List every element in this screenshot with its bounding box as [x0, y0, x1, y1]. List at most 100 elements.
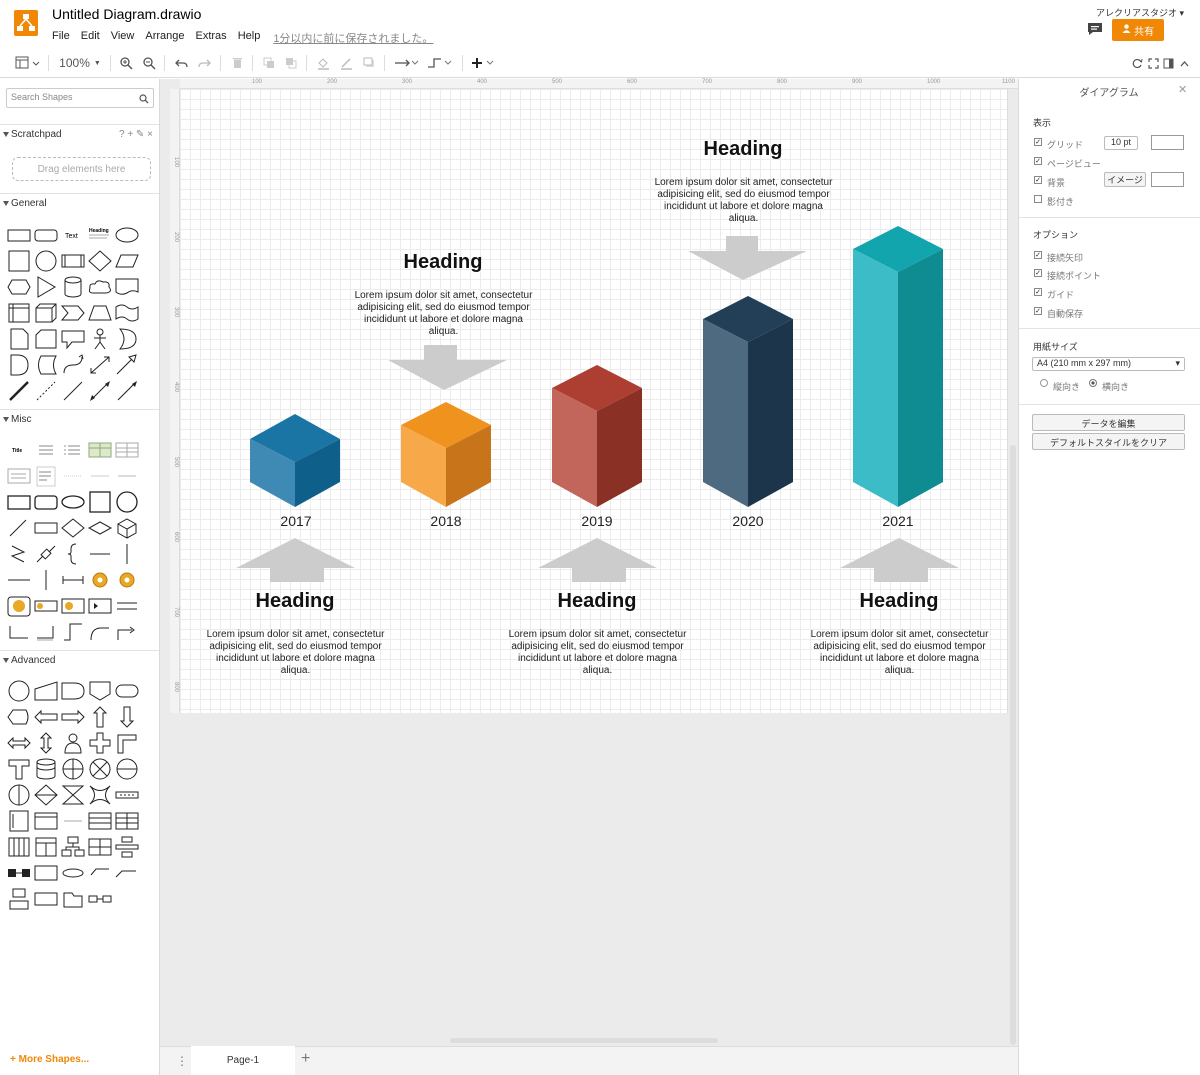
- shadow-checkbox[interactable]: [1034, 195, 1042, 203]
- labeled-rect-icon[interactable]: [33, 516, 59, 540]
- star-icon[interactable]: [87, 783, 113, 807]
- section-scratchpad[interactable]: Scratchpad ? + ✎ ×: [0, 124, 159, 144]
- background-color-swatch[interactable]: [1151, 172, 1184, 187]
- arrow-line-icon[interactable]: [114, 379, 140, 403]
- data-storage-shape-icon[interactable]: [33, 353, 59, 377]
- portrait-radio[interactable]: [1040, 379, 1048, 387]
- linked-boxes-icon[interactable]: [6, 861, 32, 885]
- guides-checkbox[interactable]: ✓: [1034, 288, 1042, 296]
- gear-icon[interactable]: [87, 568, 113, 592]
- undo-icon[interactable]: [174, 54, 188, 72]
- dashed-line-shape-icon[interactable]: [33, 379, 59, 403]
- arrow-shape-icon[interactable]: [114, 353, 140, 377]
- collapse-icon[interactable]: [1178, 54, 1190, 72]
- arrow-left-right-icon[interactable]: [6, 731, 32, 755]
- landscape-radio[interactable]: [1089, 379, 1097, 387]
- cube-misc-icon[interactable]: [114, 516, 140, 540]
- page-view-checkbox[interactable]: ✓: [1034, 157, 1042, 165]
- paper-size-select[interactable]: A4 (210 mm x 297 mm) ▾: [1032, 357, 1185, 371]
- bar-2021[interactable]: [853, 226, 943, 507]
- linked-small-icon[interactable]: [87, 887, 113, 911]
- wide-rect-icon[interactable]: [33, 887, 59, 911]
- shadow-icon[interactable]: [362, 54, 376, 72]
- columns-icon[interactable]: [6, 835, 32, 859]
- thick-line-shape-icon[interactable]: [6, 379, 32, 403]
- page-menu-icon[interactable]: ⋮: [176, 1054, 188, 1068]
- vert-line-2-icon[interactable]: [33, 568, 59, 592]
- double-arrow-left-icon[interactable]: [33, 705, 59, 729]
- more-shapes-button[interactable]: + More Shapes...: [10, 1054, 89, 1065]
- heading-2019[interactable]: Heading: [497, 590, 697, 613]
- separator-shape-icon[interactable]: [60, 464, 86, 488]
- section-advanced[interactable]: Advanced: [0, 650, 159, 670]
- arrow-up-2021[interactable]: [840, 538, 959, 582]
- zoom-select[interactable]: 100% ▼: [58, 54, 102, 72]
- year-label-2018[interactable]: 2018: [406, 513, 486, 529]
- circle-adv-icon[interactable]: [6, 679, 32, 703]
- link-line-icon[interactable]: [33, 542, 59, 566]
- pointer-icon[interactable]: [114, 861, 140, 885]
- grid-checkbox[interactable]: ✓: [1034, 138, 1042, 146]
- bar-2018[interactable]: [401, 402, 491, 507]
- search-icon[interactable]: [139, 93, 149, 107]
- user-account[interactable]: アレクリアスタジオ ▾: [1096, 6, 1184, 19]
- list-item-icon[interactable]: [60, 809, 86, 833]
- dimension-line-icon[interactable]: [60, 568, 86, 592]
- internal-storage-shape-icon[interactable]: [6, 301, 32, 325]
- title-shape-icon[interactable]: Title: [6, 438, 32, 462]
- label-shape-icon[interactable]: [114, 464, 140, 488]
- summing-junction-icon[interactable]: [60, 757, 86, 781]
- ellipse-misc-shape-icon[interactable]: [60, 490, 86, 514]
- gear-alt-icon[interactable]: [114, 568, 140, 592]
- scratchpad-tools-icon[interactable]: ? + ✎ ×: [119, 129, 153, 140]
- description-2017[interactable]: Lorem ipsum dolor sit amet, consectetur a…: [198, 629, 393, 677]
- background-checkbox[interactable]: ✓: [1034, 176, 1042, 184]
- description-2021[interactable]: Lorem ipsum dolor sit amet, consectetur a…: [802, 629, 997, 677]
- wide-box-icon[interactable]: [33, 861, 59, 885]
- text-shape-icon[interactable]: Text: [60, 223, 86, 247]
- save-status-link[interactable]: 1分以内に前に保存されました。: [273, 30, 433, 46]
- bracket-icon[interactable]: [6, 620, 32, 644]
- grid-table-shape-icon[interactable]: [114, 438, 140, 462]
- curved-connector-icon[interactable]: [87, 620, 113, 644]
- horizontal-scrollbar[interactable]: [450, 1038, 718, 1043]
- arrow-up-2019[interactable]: [538, 538, 657, 582]
- rounded-rectangle-shape-icon[interactable]: [33, 223, 59, 247]
- folder-box-icon[interactable]: [60, 887, 86, 911]
- document-title[interactable]: Untitled Diagram.drawio: [52, 6, 201, 22]
- text-list-shape-icon[interactable]: [33, 464, 59, 488]
- user-shape-icon[interactable]: [60, 731, 86, 755]
- sync-icon[interactable]: [1131, 54, 1143, 72]
- delay-icon[interactable]: [60, 679, 86, 703]
- insert-button[interactable]: [470, 54, 496, 72]
- menu-view[interactable]: View: [111, 30, 135, 46]
- table-grid-icon[interactable]: [114, 809, 140, 833]
- tape-shape-icon[interactable]: [114, 301, 140, 325]
- vertical-line-icon[interactable]: [114, 542, 140, 566]
- labeled-diamond-icon[interactable]: [60, 516, 86, 540]
- arrow-down-2020[interactable]: [688, 236, 807, 280]
- connector-misc-icon[interactable]: [6, 516, 32, 540]
- autosave-checkbox[interactable]: ✓: [1034, 307, 1042, 315]
- link-shape-icon[interactable]: [87, 464, 113, 488]
- fit-page-icon[interactable]: [1147, 54, 1159, 72]
- numbered-list-shape-icon[interactable]: [60, 438, 86, 462]
- connection-points-checkbox[interactable]: ✓: [1034, 269, 1042, 277]
- description-2019[interactable]: Lorem ipsum dolor sit amet, consectetur a…: [500, 629, 695, 677]
- rounded-misc-shape-icon[interactable]: [33, 490, 59, 514]
- horizontal-line-icon[interactable]: [87, 542, 113, 566]
- grid-color-swatch[interactable]: [1151, 135, 1184, 150]
- bar-2020[interactable]: [703, 296, 793, 507]
- section-misc[interactable]: Misc: [0, 409, 159, 429]
- table-shape-icon[interactable]: [87, 438, 113, 462]
- step-line-icon[interactable]: [33, 620, 59, 644]
- cylinder-shape-icon[interactable]: [60, 275, 86, 299]
- triangle-shape-icon[interactable]: [33, 275, 59, 299]
- hierarchy-icon[interactable]: [60, 835, 86, 859]
- elbow-arrow-icon[interactable]: [114, 620, 140, 644]
- note-shape-icon[interactable]: [6, 327, 32, 351]
- cross-icon[interactable]: [87, 731, 113, 755]
- swimlane-icon[interactable]: [33, 835, 59, 859]
- circle-misc-shape-icon[interactable]: [114, 490, 140, 514]
- clear-default-style-button[interactable]: デフォルトスタイルをクリア: [1032, 433, 1185, 450]
